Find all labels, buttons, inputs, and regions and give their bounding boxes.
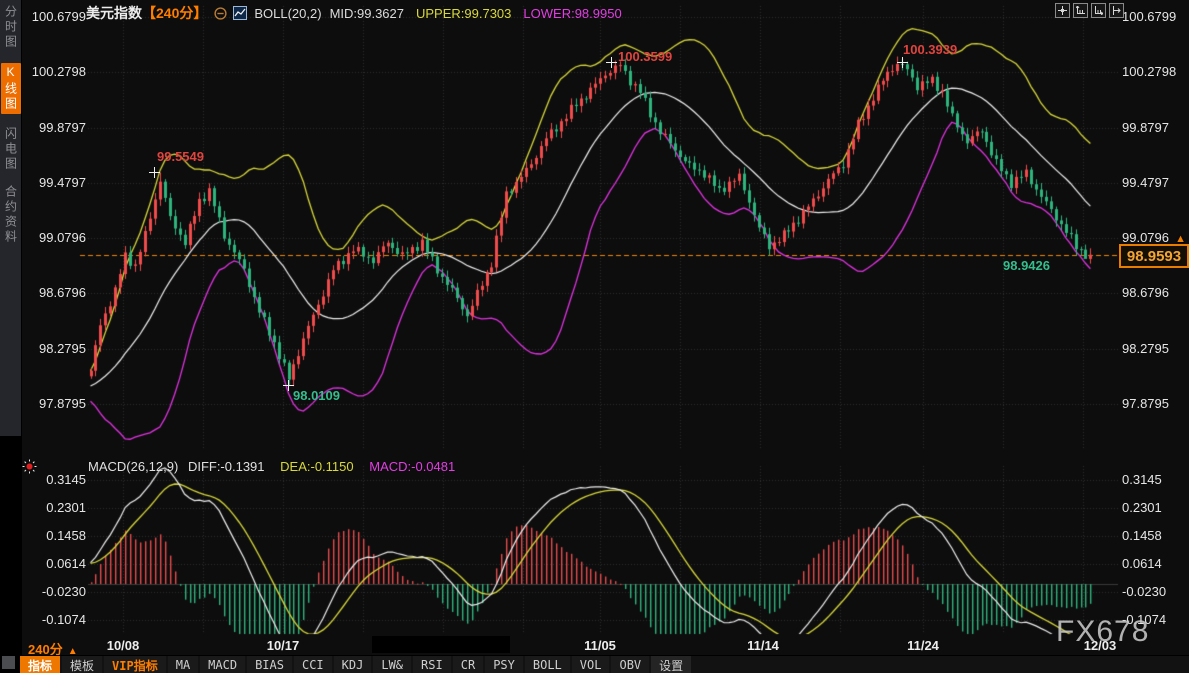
macd-tick-right: 0.0614	[1122, 556, 1162, 571]
current-price-tag: 98.9593 ▲	[1119, 244, 1189, 268]
date-label: 11/24	[907, 638, 939, 653]
macd-macd-value: MACD:-0.0481	[369, 459, 455, 474]
axis-scale-right-icon[interactable]	[1091, 3, 1106, 18]
sidebar-item-0[interactable]: 分时图	[1, 5, 21, 50]
sidebar: 分时图 K线图闪电图合约资料	[0, 0, 22, 673]
minus-circle-icon[interactable]	[214, 7, 227, 20]
symbol-name: 美元指数	[86, 3, 142, 23]
macd-tick-left: 0.2301	[24, 500, 86, 515]
price-up-arrow-icon: ▲	[1175, 233, 1186, 245]
app-window: 分时图 K线图闪电图合约资料 美元指数 【240分】 BOLL(20,2) MID…	[0, 0, 1189, 673]
axis-scale-left-icon[interactable]	[1073, 3, 1088, 18]
price-tick-left: 100.6799	[24, 9, 86, 24]
price-tick-right: 100.6799	[1122, 9, 1176, 24]
macd-tick-right: -0.0230	[1122, 584, 1166, 599]
price-tick-right: 97.8795	[1122, 396, 1169, 411]
extreme-cross-marker	[283, 380, 294, 391]
macd-tick-right: 0.3145	[1122, 472, 1162, 487]
pan-right-icon[interactable]	[1109, 3, 1124, 18]
toolbar-tab-BOLL[interactable]: BOLL	[525, 656, 570, 673]
price-tick-left: 98.2795	[24, 341, 86, 356]
macd-diff-value: DIFF:-0.1391	[188, 459, 265, 474]
extreme-cross-marker	[149, 167, 160, 178]
sidebar-item-3[interactable]: 合约资料	[1, 185, 21, 245]
sidebar-item-2[interactable]: 闪电图	[1, 127, 21, 172]
price-tick-right: 98.2795	[1122, 341, 1169, 356]
toolbar-tab-MA[interactable]: MA	[168, 656, 198, 673]
boll-mid-value: MID:99.3627	[330, 6, 404, 21]
alert-icon[interactable]	[22, 459, 37, 479]
date-label: 11/05	[584, 638, 616, 653]
toolbar-tab-OBV[interactable]: OBV	[611, 656, 649, 673]
price-tick-left: 98.6796	[24, 285, 86, 300]
extreme-cross-marker	[897, 57, 908, 68]
macd-header: MACD(26,12,9) DIFF:-0.1391 DEA:-0.1150 M…	[88, 459, 455, 474]
period-selector[interactable]: 【240分】	[142, 3, 207, 23]
boll-lower-value: LOWER:98.9950	[523, 6, 621, 21]
toolbar-tab-设置[interactable]: 设置	[651, 656, 691, 673]
date-label: 10/08	[107, 638, 140, 653]
macd-tick-right: 0.1458	[1122, 528, 1162, 543]
chart-canvas[interactable]	[0, 0, 1189, 673]
toolbar-tab-VOL[interactable]: VOL	[572, 656, 610, 673]
extreme-cross-marker	[606, 57, 617, 68]
date-label: 10/17	[267, 638, 300, 653]
toolbar-tab-RSI[interactable]: RSI	[413, 656, 451, 673]
price-tick-right: 100.2798	[1122, 64, 1176, 79]
macd-dea-value: DEA:-0.1150	[280, 459, 353, 474]
mini-chart-icon[interactable]	[233, 6, 247, 20]
price-tick-right: 98.6796	[1122, 285, 1169, 300]
chart-tool-buttons	[1055, 3, 1124, 18]
price-annotation: 98.0109	[293, 388, 340, 403]
macd-tick-right: 0.2301	[1122, 500, 1162, 515]
toolbar-tab-指标[interactable]: 指标	[20, 656, 60, 673]
price-annotation: 100.3599	[618, 49, 672, 64]
date-axis: 240分▲ 10/0810/1711/0511/1411/2412/03	[0, 636, 1189, 654]
chart-header: 美元指数 【240分】 BOLL(20,2) MID:99.3627 UPPER…	[86, 3, 622, 23]
price-tick-right: 99.0796	[1122, 230, 1169, 245]
toolbar-tab-模板[interactable]: 模板	[62, 656, 102, 673]
macd-tick-left: -0.0230	[24, 584, 86, 599]
macd-params: MACD(26,12,9)	[88, 459, 178, 474]
price-annotation: 100.3939	[903, 42, 957, 57]
price-tick-left: 97.8795	[24, 396, 86, 411]
date-label: 11/14	[747, 638, 779, 653]
toolbar-tab-CCI[interactable]: CCI	[294, 656, 332, 673]
toolbar-tab-MACD[interactable]: MACD	[200, 656, 245, 673]
boll-upper-value: UPPER:99.7303	[416, 6, 511, 21]
macd-tick-left: 0.0614	[24, 556, 86, 571]
current-price-value: 98.9593	[1127, 248, 1181, 265]
macd-tick-left: 0.1458	[24, 528, 86, 543]
price-annotation: 99.5549	[157, 149, 204, 164]
price-tick-right: 99.4797	[1122, 175, 1169, 190]
sidebar-item-1[interactable]: K线图	[1, 63, 21, 114]
price-tick-left: 99.8797	[24, 120, 86, 135]
price-tick-left: 100.2798	[24, 64, 86, 79]
toolbar-tab-PSY[interactable]: PSY	[485, 656, 523, 673]
indicator-toolbar: 指标模板VIP指标MAMACDBIASCCIKDJLW&RSICRPSYBOLL…	[20, 655, 1189, 673]
boll-params: BOLL(20,2)	[254, 6, 321, 21]
macd-tick-left: -0.1074	[24, 612, 86, 627]
crosshair-icon[interactable]	[1055, 3, 1070, 18]
redacted-label-box	[372, 636, 510, 653]
toolbar-handle[interactable]	[2, 656, 15, 669]
price-tick-left: 99.4797	[24, 175, 86, 190]
date-label: 12/03	[1084, 638, 1117, 653]
price-tick-left: 99.0796	[24, 230, 86, 245]
toolbar-tab-KDJ[interactable]: KDJ	[334, 656, 372, 673]
price-annotation: 98.9426	[1003, 258, 1050, 273]
sidebar-menu: 分时图 K线图闪电图合约资料	[0, 0, 22, 436]
toolbar-tab-BIAS[interactable]: BIAS	[247, 656, 292, 673]
toolbar-tab-LW&[interactable]: LW&	[373, 656, 411, 673]
toolbar-tab-VIP指标[interactable]: VIP指标	[104, 656, 166, 673]
toolbar-tab-CR[interactable]: CR	[453, 656, 483, 673]
price-tick-right: 99.8797	[1122, 120, 1169, 135]
